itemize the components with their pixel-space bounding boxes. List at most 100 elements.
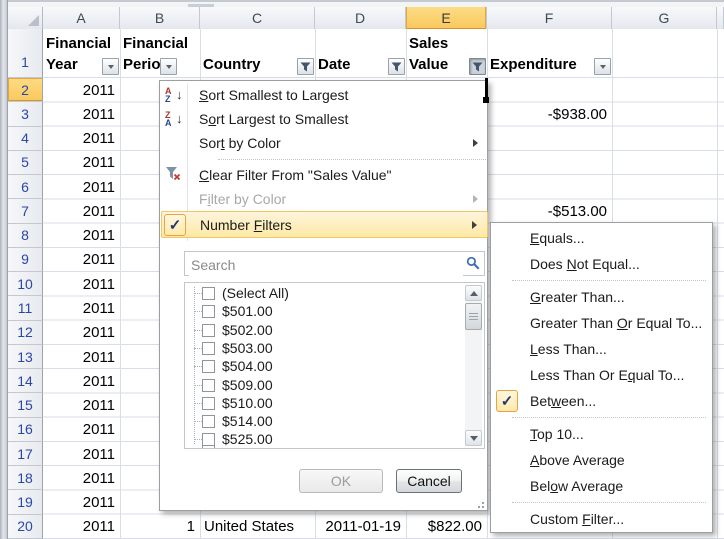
cell-B20[interactable]: 1 <box>120 515 200 539</box>
filter-value-option[interactable]: $514.00 <box>186 412 446 430</box>
cell-A13[interactable]: 2011 <box>43 345 120 369</box>
dropdown-button-B[interactable] <box>160 58 177 75</box>
row-header-3[interactable]: 3 <box>8 102 43 126</box>
menu-item-sort-largest-to-smallest[interactable]: ZA↓Sort Largest to Smallest <box>161 107 488 131</box>
cell-A3[interactable]: 2011 <box>43 102 120 126</box>
checkbox-icon[interactable] <box>202 415 215 428</box>
submenu-item-does-not-equal[interactable]: Does Not Equal... <box>492 251 712 277</box>
row-header-15[interactable]: 15 <box>8 393 43 417</box>
search-icon[interactable] <box>466 256 481 271</box>
menu-item-sort-smallest-to-largest[interactable]: AZ↓Sort Smallest to Largest <box>161 83 488 107</box>
submenu-item-greater-than[interactable]: Greater Than... <box>492 284 712 310</box>
checkbox-icon[interactable] <box>202 397 215 410</box>
checkbox-icon[interactable] <box>202 379 215 392</box>
submenu-item-below-average[interactable]: Below Average <box>492 473 712 499</box>
cell-A19[interactable]: 2011 <box>43 490 120 514</box>
submenu-item-less-than-or-equal-to[interactable]: Less Than Or Equal To... <box>492 362 712 388</box>
cell-A5[interactable]: 2011 <box>43 151 120 175</box>
cell-A10[interactable]: 2011 <box>43 272 120 296</box>
cell-A11[interactable]: 2011 <box>43 296 120 320</box>
submenu-item-top-10[interactable]: Top 10... <box>492 421 712 447</box>
checkbox-icon[interactable] <box>202 342 215 355</box>
row-header-20[interactable]: 20 <box>8 515 43 539</box>
row-header-14[interactable]: 14 <box>8 369 43 393</box>
column-header-F[interactable]: F <box>487 7 612 29</box>
scroll-up-button[interactable] <box>465 285 482 301</box>
cancel-button[interactable]: Cancel <box>396 469 462 493</box>
row-header-1[interactable]: 1 <box>8 29 43 78</box>
cell-F3[interactable]: -$938.00 <box>487 102 612 126</box>
row-header-5[interactable]: 5 <box>8 151 43 175</box>
submenu-item-above-average[interactable]: Above Average <box>492 447 712 473</box>
submenu-item-custom-filter[interactable]: Custom Filter... <box>492 506 712 532</box>
row-header-19[interactable]: 19 <box>8 490 43 514</box>
column-header-A[interactable]: A <box>43 7 120 29</box>
menu-item-filter-by-color[interactable]: Filter by Color <box>161 187 488 211</box>
row-header-8[interactable]: 8 <box>8 224 43 248</box>
checkbox-icon[interactable] <box>202 360 215 373</box>
cell-A15[interactable]: 2011 <box>43 393 120 417</box>
menu-item-sort-by-color[interactable]: Sort by Color <box>161 131 488 155</box>
dropdown-button-A[interactable] <box>102 58 119 75</box>
menu-item-clear-filter-from-sales-value[interactable]: Clear Filter From "Sales Value" <box>161 163 488 187</box>
row-header-17[interactable]: 17 <box>8 442 43 466</box>
filter-value-option[interactable]: (Select All) <box>186 284 446 302</box>
row-header-6[interactable]: 6 <box>8 175 43 199</box>
column-header-B[interactable]: B <box>120 7 200 29</box>
filter-button-C[interactable] <box>297 58 314 75</box>
column-header-C[interactable]: C <box>200 7 315 29</box>
cell-A14[interactable]: 2011 <box>43 369 120 393</box>
column-header-G[interactable]: G <box>612 7 717 29</box>
dropdown-button-F[interactable] <box>594 58 611 75</box>
scrollbar-thumb[interactable] <box>465 303 482 330</box>
filter-value-option[interactable]: $503.00 <box>186 339 446 357</box>
checkbox-icon[interactable] <box>202 433 215 446</box>
cell-F7[interactable]: -$513.00 <box>487 199 612 223</box>
ok-button[interactable]: OK <box>299 469 383 493</box>
cell-C20[interactable]: United States <box>200 515 315 539</box>
fill-handle[interactable] <box>483 97 489 103</box>
scroll-down-button[interactable] <box>465 430 482 446</box>
column-header-E[interactable]: E <box>406 7 487 29</box>
cell-A4[interactable]: 2011 <box>43 127 120 151</box>
filter-value-option[interactable]: $504.00 <box>186 357 446 375</box>
row-header-10[interactable]: 10 <box>8 272 43 296</box>
checkbox-icon[interactable] <box>202 305 215 318</box>
cell-A18[interactable]: 2011 <box>43 466 120 490</box>
submenu-item-equals[interactable]: Equals... <box>492 225 712 251</box>
row-header-4[interactable]: 4 <box>8 127 43 151</box>
checkbox-icon[interactable] <box>202 287 215 300</box>
cell-A20[interactable]: 2011 <box>43 515 120 539</box>
filter-button-E[interactable] <box>469 58 486 75</box>
row-header-16[interactable]: 16 <box>8 418 43 442</box>
submenu-item-between[interactable]: ✓Between... <box>492 388 712 414</box>
search-input[interactable] <box>189 253 463 276</box>
submenu-item-less-than[interactable]: Less Than... <box>492 336 712 362</box>
checkbox-icon[interactable] <box>202 324 215 337</box>
cell-A12[interactable]: 2011 <box>43 321 120 345</box>
filter-value-option[interactable]: $502.00 <box>186 321 446 339</box>
column-header-D[interactable]: D <box>315 7 406 29</box>
cell-A2[interactable]: 2011 <box>43 78 120 102</box>
select-all-corner[interactable] <box>8 7 43 29</box>
filter-button-D[interactable] <box>388 58 405 75</box>
cell-D20[interactable]: 2011-01-19 <box>315 515 406 539</box>
filter-value-option[interactable]: $509.00 <box>186 376 446 394</box>
cell-A7[interactable]: 2011 <box>43 199 120 223</box>
cell-A17[interactable]: 2011 <box>43 442 120 466</box>
cell-A16[interactable]: 2011 <box>43 418 120 442</box>
row-header-9[interactable]: 9 <box>8 248 43 272</box>
submenu-item-greater-than-or-equal-to[interactable]: Greater Than Or Equal To... <box>492 310 712 336</box>
filter-value-option[interactable]: $525.00 <box>186 430 446 448</box>
cell-A9[interactable]: 2011 <box>43 248 120 272</box>
row-header-11[interactable]: 11 <box>8 296 43 320</box>
cell-A8[interactable]: 2011 <box>43 224 120 248</box>
menu-item-number-filters[interactable]: ✓Number Filters <box>161 211 488 238</box>
row-header-2[interactable]: 2 <box>8 78 43 102</box>
resize-grip[interactable] <box>472 498 484 508</box>
filter-value-option[interactable]: $510.00 <box>186 394 446 412</box>
row-header-13[interactable]: 13 <box>8 345 43 369</box>
row-header-18[interactable]: 18 <box>8 466 43 490</box>
row-header-7[interactable]: 7 <box>8 199 43 223</box>
row-header-12[interactable]: 12 <box>8 321 43 345</box>
